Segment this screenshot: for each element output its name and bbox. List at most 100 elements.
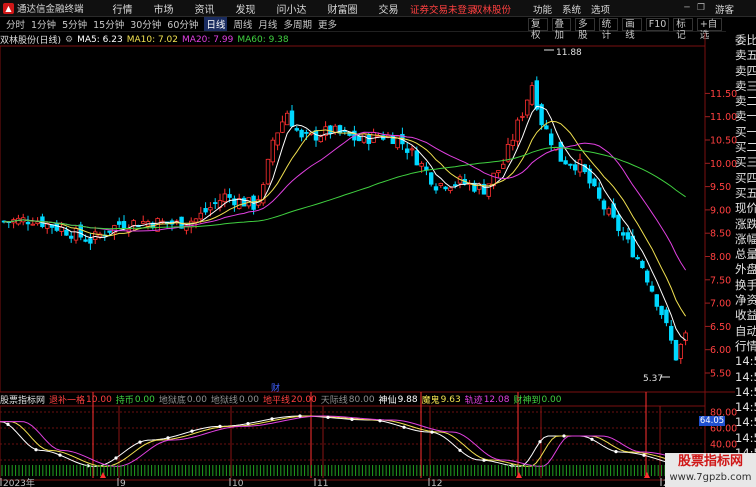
- side-item-12[interactable]: 涨跌: [735, 217, 756, 232]
- side-item-11[interactable]: 现价: [735, 201, 756, 216]
- side-item-15[interactable]: 外盘: [735, 262, 756, 277]
- indicator-item-label-3: 地狱线: [210, 396, 238, 406]
- tab-period-9[interactable]: 多周期: [283, 17, 312, 31]
- side-item-18[interactable]: 收益: [735, 308, 756, 323]
- restore-icon[interactable]: ❐: [695, 2, 707, 14]
- tab-period-2[interactable]: 5分钟: [62, 17, 87, 31]
- side-item-6[interactable]: 买一: [735, 125, 756, 140]
- candle-body-92: [443, 186, 448, 190]
- menu-item-3[interactable]: 发现: [236, 1, 256, 16]
- side-item-16[interactable]: 换手: [735, 278, 756, 293]
- menu-item-0[interactable]: 行情: [113, 1, 133, 16]
- candle-body-116: [558, 141, 563, 162]
- indicator-item-value-5: 80.00: [348, 394, 375, 405]
- tab-period-10[interactable]: 更多: [318, 17, 337, 31]
- current-stock-name[interactable]: 双林股份: [473, 2, 511, 16]
- candle-body-111: [534, 80, 539, 110]
- side-item-7[interactable]: 买二: [735, 140, 756, 155]
- candle-body-107: [515, 119, 520, 142]
- indicator-name[interactable]: 股票指标网: [0, 393, 45, 406]
- side-item-1[interactable]: 卖五: [735, 48, 756, 63]
- price-tick-label-10: 6.50: [710, 322, 731, 333]
- main-menu: 行情 市场 资讯 发现 问小达 财富圈 交易: [92, 1, 399, 16]
- side-item-0[interactable]: 委比: [735, 33, 756, 48]
- side-item-19[interactable]: 自动: [735, 324, 756, 339]
- side-item-8[interactable]: 买三: [735, 155, 756, 170]
- indicator-item-label-0: 退补一格: [49, 396, 86, 406]
- date-label-3: 11: [317, 479, 328, 487]
- side-item-17[interactable]: 净资: [735, 293, 756, 308]
- tab-period-4[interactable]: 30分钟: [130, 17, 161, 31]
- side-item-13[interactable]: 涨幅: [735, 232, 756, 247]
- candle-body-75: [361, 133, 367, 143]
- indicator-item-value-3: 0.00: [238, 394, 259, 405]
- candle-body-19: [93, 231, 98, 240]
- tab-period-3[interactable]: 15分钟: [93, 17, 124, 31]
- tool-button-1[interactable]: 叠加: [551, 18, 572, 41]
- side-item-2[interactable]: 卖四: [735, 64, 756, 79]
- right-menu-item-1[interactable]: 系统: [562, 2, 581, 16]
- side-item-14[interactable]: 总量: [735, 247, 756, 262]
- candle-body-103: [496, 170, 501, 174]
- candle-body-106: [510, 139, 515, 146]
- minimize-icon[interactable]: ─: [681, 2, 693, 14]
- ma20-line: [3, 131, 687, 271]
- guest-label[interactable]: 游客: [715, 2, 734, 16]
- indicator-item-label-5: 天际线: [320, 396, 348, 406]
- indicator-dot-10: [270, 417, 274, 421]
- side-item-22[interactable]: 14:50: [735, 370, 756, 385]
- candle-body-124: [597, 187, 602, 199]
- gear-icon[interactable]: ⚙: [65, 35, 73, 45]
- price-tick-label-6: 8.50: [710, 229, 731, 240]
- side-item-3[interactable]: 卖三: [735, 79, 756, 94]
- tab-period-6[interactable]: 日线: [204, 17, 228, 31]
- right-menu-item-2[interactable]: 选项: [591, 2, 610, 16]
- candle-body-46: [222, 193, 227, 203]
- side-item-21[interactable]: 14:50: [735, 354, 756, 369]
- tab-period-0[interactable]: 分时: [6, 17, 25, 31]
- menu-item-1[interactable]: 市场: [154, 1, 174, 16]
- candle-body-133: [640, 260, 645, 269]
- candle-body-129: [621, 232, 626, 236]
- indicator-item-label-9: 财神到: [513, 396, 541, 406]
- kline-chart[interactable]: 11.50 11.00 10.50 10.00 9.50 9.00 8.50 8.00 7.50…: [0, 32, 756, 487]
- side-item-26[interactable]: 14:50: [735, 431, 756, 446]
- watermark: 股票指标网 www.7gpzb.com: [665, 453, 756, 487]
- side-item-5[interactable]: 卖一: [735, 109, 756, 124]
- tool-button-4[interactable]: 画线: [622, 18, 642, 41]
- menu-item-4[interactable]: 问小达: [277, 1, 307, 16]
- tool-button-3[interactable]: 统计: [598, 18, 619, 41]
- tab-period-1[interactable]: 1分钟: [31, 17, 56, 31]
- tool-button-2[interactable]: 多股: [575, 18, 595, 41]
- login-status[interactable]: 证券交易未登录: [410, 2, 477, 16]
- candle-body-93: [448, 187, 453, 191]
- side-item-24[interactable]: 14:50: [735, 400, 756, 415]
- tool-button-7[interactable]: +自选: [696, 18, 723, 41]
- tool-button-5[interactable]: F10: [645, 18, 670, 31]
- tab-period-8[interactable]: 月线: [258, 17, 277, 31]
- indicator-info-row: 股票指标网 退补一格 10.00 持币 0.00 地狱底 0.00 地狱线 0.00 地平线 20…: [0, 393, 566, 407]
- side-item-4[interactable]: 卖二: [735, 94, 756, 109]
- menu-item-6[interactable]: 交易: [379, 1, 399, 16]
- candle-body-44: [212, 202, 218, 204]
- tool-button-6[interactable]: 标记: [673, 18, 693, 41]
- candle-body-6: [30, 223, 35, 226]
- tab-period-5[interactable]: 60分钟: [167, 17, 198, 31]
- price-tick-label-8: 7.50: [710, 275, 731, 286]
- right-menu-item-0[interactable]: 功能: [533, 2, 552, 16]
- indicator-dot-21: [562, 434, 566, 438]
- menu-item-2[interactable]: 资讯: [195, 1, 215, 16]
- tab-period-7[interactable]: 周线: [233, 17, 252, 31]
- main-plot-frame: [0, 45, 706, 393]
- indicator-dot-9: [246, 422, 250, 426]
- side-item-25[interactable]: 14:50: [735, 415, 756, 430]
- side-item-10[interactable]: 买五: [735, 186, 756, 201]
- tool-button-0[interactable]: 复权: [528, 18, 548, 41]
- candle-body-118: [568, 163, 573, 166]
- side-item-20[interactable]: 行情: [735, 339, 756, 354]
- side-item-9[interactable]: 买四: [735, 171, 756, 186]
- ma-info-row: 双林股份(日线) ⚙ MA5: 6.23 MA10: 7.02 MA20: 7.…: [0, 33, 293, 47]
- side-item-23[interactable]: 14:50: [735, 385, 756, 400]
- menu-item-5[interactable]: 财富圈: [328, 1, 358, 16]
- indicator-dot-16: [430, 430, 434, 434]
